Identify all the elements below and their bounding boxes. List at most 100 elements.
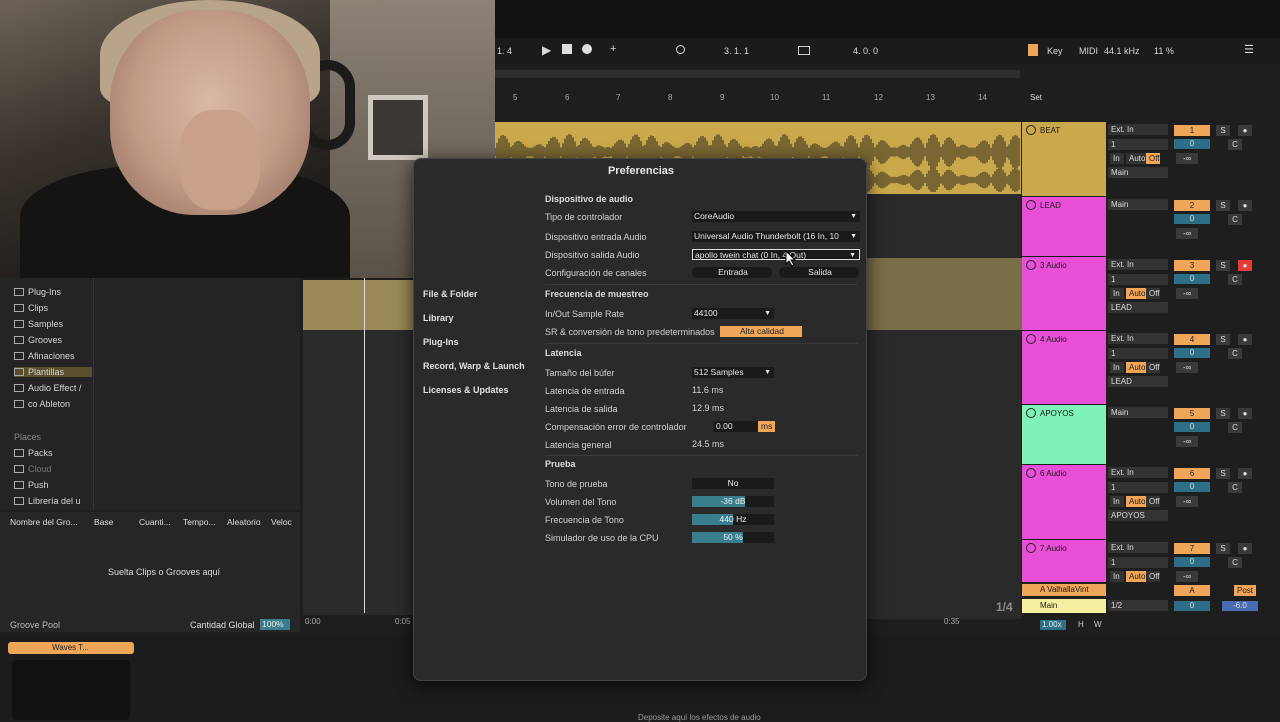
io-sample-rate-select[interactable]: 44100 ▼ [692,308,774,319]
track-header[interactable]: 3 Audio [1022,257,1106,330]
set-button[interactable]: Set [1030,93,1042,102]
track-volume[interactable]: 0 [1174,422,1210,432]
track-volume[interactable]: 0 [1174,348,1210,358]
track-send[interactable]: -∞ [1176,153,1198,164]
track-input-type[interactable]: Ext. In [1108,259,1168,270]
key-button[interactable]: Key [1047,46,1063,56]
track-fold-icon[interactable] [1026,543,1036,553]
h-button[interactable]: H [1078,620,1084,629]
add-icon[interactable]: + [610,43,616,55]
tone-freq-slider[interactable]: 440 Hz [692,514,774,525]
output-config-button[interactable]: Salida [779,267,859,278]
global-amount-value[interactable]: 100% [260,619,290,630]
zoom-display[interactable]: 1.00x [1040,620,1066,630]
track-input-channel[interactable]: 1 [1108,348,1168,359]
track-fold-icon[interactable] [1026,408,1036,418]
track-output[interactable]: LEAD [1108,302,1168,313]
cpu-sim-slider[interactable]: 50 % [692,532,774,543]
monitor-auto-button[interactable]: Auto [1126,496,1146,507]
prefs-nav-item[interactable]: Record, Warp & Launch [423,361,525,371]
post-button[interactable]: Post [1234,585,1256,596]
sr-conversion-toggle[interactable]: Alta calidad [720,326,802,337]
browser-item[interactable]: Grooves [14,335,62,345]
solo-button[interactable]: S [1216,334,1230,345]
track-activator[interactable]: 2 [1174,200,1210,211]
solo-button[interactable]: S [1216,543,1230,554]
track-input-type[interactable]: Ext. In [1108,467,1168,478]
monitor-off-button[interactable]: Off [1146,153,1160,164]
test-tone-toggle[interactable]: No [692,478,774,489]
groove-column-header[interactable]: Cuanti... [139,517,171,527]
main-track-header[interactable]: Main [1022,599,1106,613]
device-body[interactable] [12,660,130,720]
groove-column-header[interactable]: Nombre del Gro... [10,517,78,527]
solo-button[interactable]: S [1216,260,1230,271]
track-activator[interactable]: 4 [1174,334,1210,345]
track-fold-icon[interactable] [1026,334,1036,344]
track-input-type[interactable]: Main [1108,199,1168,210]
browser-item[interactable]: Plantillas [14,367,92,377]
track-volume[interactable]: 0 [1174,274,1210,284]
track-pan[interactable]: C [1228,557,1242,568]
groove-column-header[interactable]: Veloc [271,517,292,527]
driver-type-select[interactable]: CoreAudio ▼ [692,211,860,222]
track-pan[interactable]: C [1228,139,1242,150]
monitor-in-button[interactable]: In [1110,153,1124,164]
track-fold-icon[interactable] [1026,260,1036,270]
browser-item[interactable]: Plug-Ins [14,287,61,297]
monitor-in-button[interactable]: In [1110,571,1124,582]
arm-button[interactable]: ● [1238,125,1252,136]
play-icon[interactable]: ▶ [542,43,551,57]
track-fold-icon[interactable] [1026,468,1036,478]
stop-icon[interactable] [562,44,572,54]
tone-volume-slider[interactable]: -36 dB [692,496,774,507]
prefs-nav-item[interactable]: Plug-Ins [423,337,459,347]
main-volume[interactable]: 0 [1174,601,1210,611]
track-input-channel[interactable]: 1 [1108,482,1168,493]
track-pan[interactable]: C [1228,482,1242,493]
groove-column-header[interactable]: Base [94,517,113,527]
groove-column-header[interactable]: Aleatorio [227,517,261,527]
track-volume[interactable]: 0 [1174,557,1210,567]
input-device-select[interactable]: Universal Audio Thunderbolt (16 In, 10 ▼ [692,231,860,242]
monitor-off-button[interactable]: Off [1146,496,1160,507]
track-send[interactable]: -∞ [1176,571,1198,582]
solo-button[interactable]: S [1216,200,1230,211]
monitor-off-button[interactable]: Off [1146,362,1160,373]
track-header[interactable]: BEAT [1022,122,1106,196]
arm-button[interactable]: ● [1238,200,1252,211]
arm-button[interactable]: ● [1238,334,1252,345]
track-input-type[interactable]: Ext. In [1108,333,1168,344]
monitor-in-button[interactable]: In [1110,496,1124,507]
solo-button[interactable]: S [1216,468,1230,479]
track-input-channel[interactable]: 1 [1108,274,1168,285]
track-header[interactable]: 7 Audio [1022,540,1106,582]
prefs-nav-item[interactable]: File & Folder [423,289,478,299]
prefs-nav-item[interactable]: Licenses & Updates [423,385,509,395]
track-input-type[interactable]: Ext. In [1108,124,1168,135]
track-send[interactable]: -∞ [1176,436,1198,447]
metronome-icon[interactable] [676,45,685,54]
input-config-button[interactable]: Entrada [692,267,772,278]
track-send[interactable]: -∞ [1176,288,1198,299]
track-send[interactable]: -∞ [1176,496,1198,507]
track-output[interactable]: LEAD [1108,376,1168,387]
loop-icon[interactable] [798,46,810,55]
track-activator[interactable]: 7 [1174,543,1210,554]
browser-item[interactable]: Afinaciones [14,351,75,361]
track-activator[interactable]: 1 [1174,125,1210,136]
track-fold-icon[interactable] [1026,200,1036,210]
arm-button[interactable]: ● [1238,408,1252,419]
lane-clip-area[interactable] [303,280,413,330]
groove-column-header[interactable]: Tempo... [183,517,216,527]
track-pan[interactable]: C [1228,422,1242,433]
track-send[interactable]: -∞ [1176,228,1198,239]
track-volume[interactable]: 0 [1174,214,1210,224]
places-item[interactable]: Cloud [14,464,52,474]
monitor-auto-button[interactable]: Auto [1126,288,1146,299]
browser-item[interactable]: Audio Effect / [14,383,81,393]
track-output[interactable]: APOYOS [1108,510,1168,521]
track-activator[interactable]: 5 [1174,408,1210,419]
track-input-type[interactable]: Ext. In [1108,542,1168,553]
track-activator[interactable]: 3 [1174,260,1210,271]
